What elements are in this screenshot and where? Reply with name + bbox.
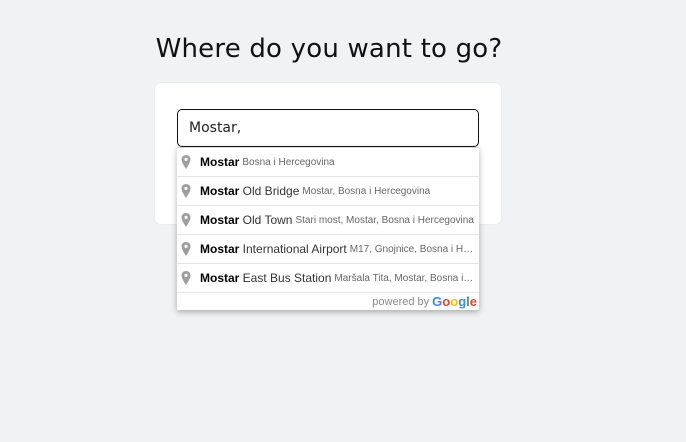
google-letter: e — [469, 294, 477, 309]
suggestion-item[interactable]: Mostar Bosna i Hercegovina — [177, 148, 479, 177]
suggestion-main-text: Mostar — [200, 155, 239, 169]
google-logo: Google — [432, 294, 477, 309]
map-pin-icon — [181, 155, 191, 169]
suggestion-match: Mostar — [200, 271, 240, 285]
suggestion-rest: International Airport — [239, 242, 347, 256]
suggestion-item[interactable]: Mostar Old Bridge Mostar, Bosna i Herceg… — [177, 177, 479, 206]
suggestion-match: Mostar — [200, 184, 240, 198]
page-title: Where do you want to go? — [155, 34, 503, 64]
suggestion-item[interactable]: Mostar International Airport M17, Gnojni… — [177, 235, 479, 264]
suggestion-secondary-text: Maršala Tita, Mostar, Bosna i Hercegovin… — [334, 273, 475, 284]
suggestion-item[interactable]: Mostar Old Town Stari most, Mostar, Bosn… — [177, 206, 479, 235]
google-letter: o — [450, 294, 459, 309]
suggestion-secondary-text: Bosna i Hercegovina — [242, 157, 335, 168]
suggestion-rest: Old Bridge — [239, 184, 300, 198]
suggestion-secondary-text: M17, Gnojnice, Bosna i Hercegovina — [349, 244, 475, 255]
google-letter: G — [432, 294, 443, 309]
destination-search-input[interactable] — [177, 109, 479, 147]
suggestion-main-text: Mostar International Airport — [200, 242, 347, 256]
suggestion-rest: East Bus Station — [239, 271, 332, 285]
suggestion-match: Mostar — [200, 242, 240, 256]
suggestion-match: Mostar — [200, 155, 240, 169]
suggestion-secondary-text: Mostar, Bosna i Hercegovina — [302, 186, 431, 197]
powered-by-label: powered by — [372, 295, 430, 308]
google-letter: g — [458, 294, 467, 309]
autocomplete-dropdown: Mostar Bosna i Hercegovina Mostar Old Br… — [177, 147, 479, 310]
map-pin-icon — [181, 271, 191, 285]
suggestion-rest: Old Town — [239, 213, 293, 227]
suggestion-main-text: Mostar East Bus Station — [200, 271, 331, 285]
suggestion-main-text: Mostar Old Town — [200, 213, 292, 227]
powered-by-google: powered by Google — [177, 293, 479, 310]
map-pin-icon — [181, 184, 191, 198]
suggestion-main-text: Mostar Old Bridge — [200, 184, 299, 198]
map-pin-icon — [181, 242, 191, 256]
suggestion-match: Mostar — [200, 213, 240, 227]
suggestion-secondary-text: Stari most, Mostar, Bosna i Hercegovina — [295, 215, 474, 226]
map-pin-icon — [181, 213, 191, 227]
suggestion-item[interactable]: Mostar East Bus Station Maršala Tita, Mo… — [177, 264, 479, 293]
